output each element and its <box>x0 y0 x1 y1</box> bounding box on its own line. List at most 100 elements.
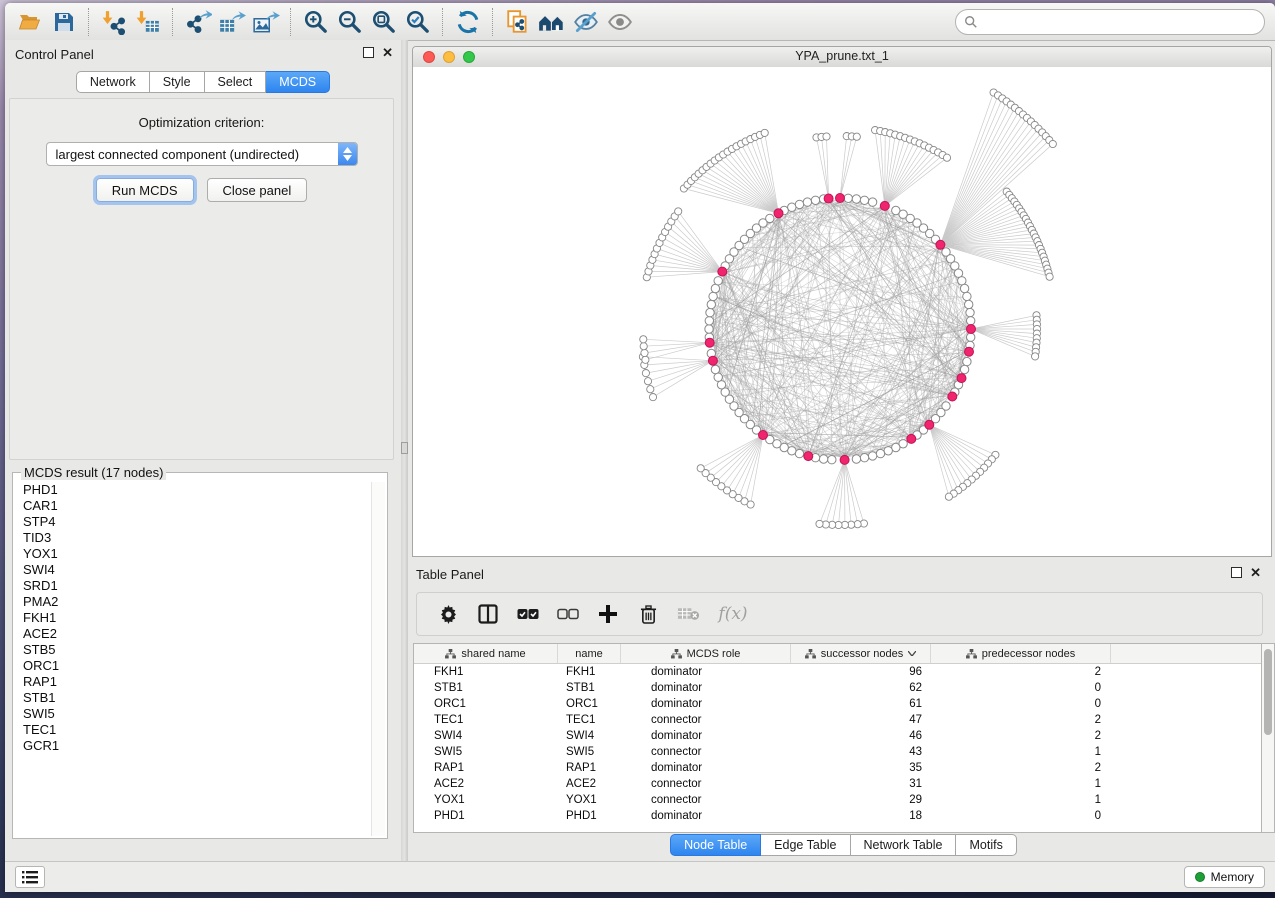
list-item[interactable]: GCR1 <box>23 738 371 754</box>
search-field[interactable] <box>955 9 1265 35</box>
refresh-button[interactable] <box>451 7 485 37</box>
table-row[interactable]: ORC1ORC1dominator610 <box>414 696 1261 712</box>
list-item[interactable]: SWI5 <box>23 706 371 722</box>
tab-network-table[interactable]: Network Table <box>851 834 957 856</box>
network-area: YPA_prune.txt_1 Table Panel ✕ <box>408 40 1275 862</box>
import-network-button[interactable] <box>97 7 131 37</box>
open-file-button[interactable] <box>13 7 47 37</box>
zoom-selected-button[interactable] <box>401 7 435 37</box>
show-columns-button[interactable] <box>475 601 501 627</box>
function-icon: f(x) <box>718 604 747 624</box>
close-panel-icon[interactable]: ✕ <box>382 47 393 58</box>
table-row[interactable]: YOX1YOX1connector291 <box>414 792 1261 808</box>
table-row[interactable]: SWI5SWI5connector431 <box>414 744 1261 760</box>
list-item[interactable]: STB1 <box>23 690 371 706</box>
network-window: YPA_prune.txt_1 <box>412 46 1272 557</box>
cytoscape-window: Control Panel ✕ Network Style Select MCD… <box>5 3 1275 892</box>
list-item[interactable]: PMA2 <box>23 594 371 610</box>
optimization-select[interactable]: largest connected component (undirected) <box>46 142 358 166</box>
mcds-panel: Optimization criterion: largest connecte… <box>9 98 394 460</box>
optimization-label: Optimization criterion: <box>10 115 393 130</box>
column-header-mcds-role[interactable]: MCDS role <box>621 644 791 663</box>
hide-selected-button[interactable] <box>569 7 603 37</box>
save-session-button[interactable] <box>47 7 81 37</box>
list-item[interactable]: PHD1 <box>23 482 371 498</box>
main-toolbar <box>5 3 1275 41</box>
optimization-value: largest connected component (undirected) <box>47 147 338 162</box>
memory-button[interactable]: Memory <box>1184 866 1265 888</box>
tab-node-table[interactable]: Node Table <box>670 834 761 856</box>
export-image-icon <box>252 9 280 35</box>
float-panel-icon[interactable] <box>363 47 374 58</box>
list-item[interactable]: SRD1 <box>23 578 371 594</box>
list-item[interactable]: TID3 <box>23 530 371 546</box>
network-canvas[interactable] <box>413 67 1271 556</box>
table-toolbar: f(x) <box>416 592 1263 636</box>
table-row[interactable]: TEC1TEC1connector472 <box>414 712 1261 728</box>
column-header-shared-name[interactable]: shared name <box>414 644 558 663</box>
column-header-name[interactable]: name <box>558 644 621 663</box>
float-panel-icon[interactable] <box>1231 567 1242 578</box>
add-column-button[interactable] <box>595 601 621 627</box>
tab-network[interactable]: Network <box>76 71 150 93</box>
export-network-button[interactable] <box>181 7 215 37</box>
scrollbar-thumb[interactable] <box>1264 649 1272 735</box>
zoom-in-button[interactable] <box>299 7 333 37</box>
zoom-fit-icon <box>371 9 397 35</box>
list-item[interactable]: ACE2 <box>23 626 371 642</box>
list-item[interactable]: CAR1 <box>23 498 371 514</box>
first-neighbors-button[interactable] <box>535 7 569 37</box>
table-row[interactable]: SWI4SWI4dominator462 <box>414 728 1261 744</box>
delete-column-button[interactable] <box>635 601 661 627</box>
divider-handle-icon[interactable] <box>401 442 408 454</box>
run-mcds-button[interactable]: Run MCDS <box>96 178 194 202</box>
clone-network-button[interactable] <box>501 7 535 37</box>
list-item[interactable]: SWI4 <box>23 562 371 578</box>
delete-table-button[interactable] <box>675 601 701 627</box>
close-panel-icon[interactable]: ✕ <box>1250 567 1261 578</box>
list-item[interactable]: RAP1 <box>23 674 371 690</box>
tab-mcds[interactable]: MCDS <box>266 71 330 93</box>
column-header-successor-nodes[interactable]: successor nodes <box>791 644 931 663</box>
list-item[interactable]: ORC1 <box>23 658 371 674</box>
toolbar-separator <box>88 8 90 36</box>
tab-select[interactable]: Select <box>205 71 267 93</box>
table-settings-button[interactable] <box>435 601 461 627</box>
select-all-button[interactable] <box>515 601 541 627</box>
deselect-all-button[interactable] <box>555 601 581 627</box>
zoom-out-button[interactable] <box>333 7 367 37</box>
table-row[interactable]: PHD1PHD1dominator180 <box>414 808 1261 824</box>
list-item[interactable]: FKH1 <box>23 610 371 626</box>
tab-style[interactable]: Style <box>150 71 205 93</box>
control-panel-title: Control Panel <box>15 47 94 62</box>
tab-motifs[interactable]: Motifs <box>956 834 1016 856</box>
table-row[interactable]: STB1STB1dominator620 <box>414 680 1261 696</box>
import-table-button[interactable] <box>131 7 165 37</box>
list-item[interactable]: YOX1 <box>23 546 371 562</box>
node-table: shared name name MCDS role successor nod… <box>413 643 1262 833</box>
mcds-result-group: MCDS result (17 nodes) PHD1 CAR1 STP4 TI… <box>12 465 388 839</box>
result-list-scrollbar[interactable] <box>371 482 385 836</box>
column-header-predecessor-nodes[interactable]: predecessor nodes <box>931 644 1111 663</box>
export-table-button[interactable] <box>215 7 249 37</box>
table-scrollbar[interactable] <box>1262 643 1275 833</box>
deselect-all-icon <box>557 608 579 620</box>
zoom-fit-button[interactable] <box>367 7 401 37</box>
table-row[interactable]: ACE2ACE2connector311 <box>414 776 1261 792</box>
list-item[interactable]: STP4 <box>23 514 371 530</box>
tab-edge-table[interactable]: Edge Table <box>761 834 850 856</box>
list-item[interactable]: TEC1 <box>23 722 371 738</box>
network-window-titlebar[interactable]: YPA_prune.txt_1 <box>413 47 1271 68</box>
mcds-result-list[interactable]: PHD1 CAR1 STP4 TID3 YOX1 SWI4 SRD1 PMA2 … <box>15 482 371 836</box>
panel-divider[interactable] <box>401 40 408 862</box>
show-all-button[interactable] <box>603 7 637 37</box>
list-item[interactable]: STB5 <box>23 642 371 658</box>
search-input[interactable] <box>983 14 1256 30</box>
table-row[interactable]: RAP1RAP1dominator352 <box>414 760 1261 776</box>
hide-selected-icon <box>572 9 600 35</box>
table-row[interactable]: FKH1FKH1dominator962 <box>414 664 1261 680</box>
task-history-button[interactable] <box>15 866 45 888</box>
apply-function-button[interactable]: f(x) <box>715 601 751 627</box>
close-panel-button[interactable]: Close panel <box>207 178 308 202</box>
export-image-button[interactable] <box>249 7 283 37</box>
